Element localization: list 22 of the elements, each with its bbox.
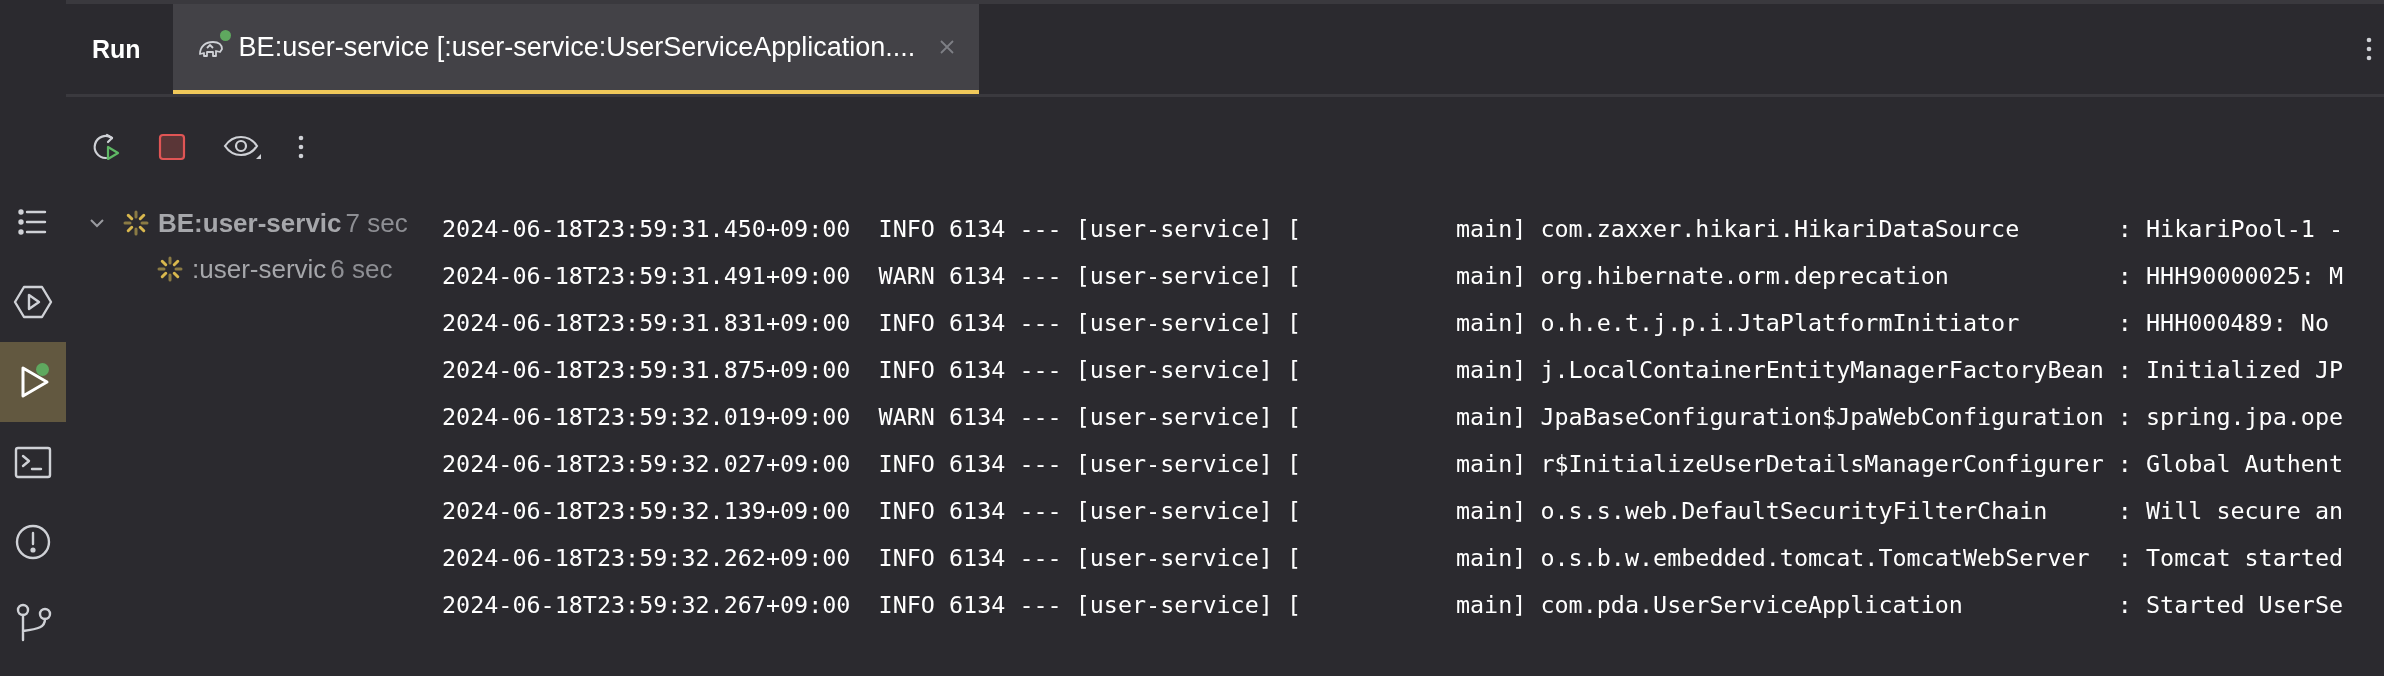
log-line: 2024-06-18T23:59:31.831+09:00 INFO 6134 --- [user-service] [ main] o.h.e.t.j.p.i.JtaPlatformInitiator : HHH000489: No	[442, 308, 2331, 339]
stop-icon	[158, 133, 186, 161]
log-line: 2024-06-18T23:59:32.027+09:00 INFO 6134 --- [user-service] [ main] r$InitializeUserDetailsManagerConfigurer : Global Authent	[442, 449, 2344, 480]
tree-item[interactable]: BE:user-servic7 sec	[66, 200, 442, 246]
problems-icon[interactable]	[13, 522, 53, 562]
log-line: 2024-06-18T23:59:32.019+09:00 WARN 6134 --- [user-service] [ main] JpaBaseConfiguration$JpaWebConfiguration : spring.jpa.ope	[442, 402, 2344, 433]
tree-item[interactable]: :user-servic6 sec	[66, 246, 442, 292]
log-line: 2024-06-18T23:59:32.262+09:00 INFO 6134 --- [user-service] [ main] o.s.b.w.embedded.tomcat.TomcatWebServer : Tomcat started	[442, 543, 2344, 574]
more-icon[interactable]	[2366, 37, 2372, 61]
spinner-icon	[156, 255, 184, 283]
log-line: 2024-06-18T23:59:31.875+09:00 INFO 6134 --- [user-service] [ main] j.LocalContainerEntityManagerFactoryBean : Initialized JP	[442, 355, 2344, 386]
run-tab[interactable]: BE:user-service [:user-service:UserServiceApplication....	[172, 4, 980, 94]
tool-window-title: Run	[92, 34, 141, 64]
log-line: 2024-06-18T23:59:32.139+09:00 INFO 6134 --- [user-service] [ main] o.s.s.web.DefaultSecurityFilterChain : Will secure an	[442, 496, 2344, 527]
spinner-icon	[122, 209, 150, 237]
log-line: 2024-06-18T23:59:32.267+09:00 INFO 6134 --- [user-service] [ main] com.pda.UserServiceApplication : Started UserSe	[442, 590, 2344, 621]
log-line: 2024-06-18T23:59:31.491+09:00 WARN 6134 --- [user-service] [ main] org.hibernate.orm.deprecation : HHH90000025: M	[442, 261, 2344, 292]
close-icon[interactable]	[939, 39, 956, 55]
log-line: 2024-06-18T23:59:31.450+09:00 INFO 6134 --- [user-service] [ main] com.zaxxer.hikari.HikariDataSource : HikariPool-1 -	[442, 214, 2344, 245]
more-icon	[298, 135, 304, 159]
chevron-icon[interactable]	[88, 217, 106, 229]
tool-window-button[interactable]	[0, 342, 66, 422]
